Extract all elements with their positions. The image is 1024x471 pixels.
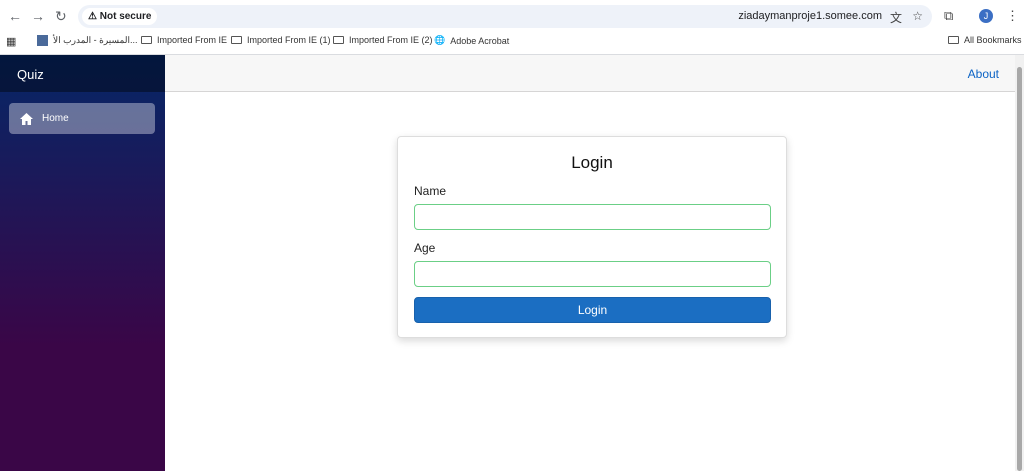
folder-icon [333, 36, 344, 44]
sidebar-item-home[interactable]: Home [9, 103, 155, 134]
forward-icon[interactable]: → [31, 8, 45, 24]
folder-icon [948, 36, 959, 44]
brand[interactable]: Quiz [0, 55, 165, 92]
bookmark-3[interactable]: Imported From IE (2) [333, 35, 433, 45]
name-input[interactable] [414, 204, 771, 230]
site-icon [37, 35, 48, 46]
sidebar-item-label: Home [42, 113, 69, 124]
bookmark-0[interactable]: المسيرة - المدرب الأ... [37, 35, 138, 46]
back-icon[interactable]: ← [8, 8, 22, 24]
login-card: Login Name Age Login [397, 136, 787, 338]
bookmark-label: المسيرة - المدرب الأ... [53, 35, 138, 45]
url-text[interactable]: ziadaymanproje1.somee.com [738, 10, 882, 22]
bookmark-label: Imported From IE (2) [349, 35, 433, 45]
age-input[interactable] [414, 261, 771, 287]
bookmark-label: Imported From IE [157, 35, 228, 45]
security-label: Not secure [99, 11, 152, 22]
bookmark-2[interactable]: Imported From IE (1) [231, 35, 331, 45]
age-label: Age [414, 241, 436, 255]
folder-icon [141, 36, 152, 44]
about-link[interactable]: About [968, 67, 999, 81]
bookmark-label: Adobe Acrobat [450, 35, 510, 46]
bookmark-1[interactable]: Imported From IE [141, 35, 227, 45]
all-bookmarks[interactable]: All Bookmarks [948, 35, 1022, 45]
home-icon [20, 112, 33, 125]
top-row: About [165, 55, 1015, 92]
menu-icon[interactable]: ⋮ [1006, 8, 1019, 24]
browser-chrome: ← → ↻ ⚠ Not secure ziadaymanproje1.somee… [0, 0, 1024, 55]
login-button[interactable]: Login [414, 297, 771, 323]
globe-icon: 🌐 [434, 35, 446, 45]
reload-icon[interactable]: ↻ [55, 8, 67, 25]
sidebar: Quiz Home [0, 55, 165, 471]
name-label: Name [414, 184, 447, 198]
bookmark-label: Imported From IE (1) [247, 35, 331, 45]
star-icon[interactable]: ☆ [912, 9, 923, 23]
scrollbar-thumb[interactable] [1017, 67, 1022, 471]
address-bar[interactable]: ⚠ Not secure ziadaymanproje1.somee.com 文… [78, 5, 932, 28]
all-bookmarks-label: All Bookmarks [964, 35, 1022, 45]
bookmark-4[interactable]: 🌐 Adobe Acrobat [434, 35, 509, 46]
login-title: Login [571, 153, 613, 172]
security-chip[interactable]: ⚠ Not secure [82, 8, 158, 25]
avatar[interactable]: J [979, 9, 993, 23]
extensions-icon[interactable]: ⧉ [944, 8, 953, 24]
apps-icon[interactable]: ▦ [6, 35, 16, 48]
folder-icon [231, 36, 242, 44]
translate-icon[interactable]: 文 [890, 9, 902, 26]
scrollbar[interactable] [1015, 55, 1024, 471]
